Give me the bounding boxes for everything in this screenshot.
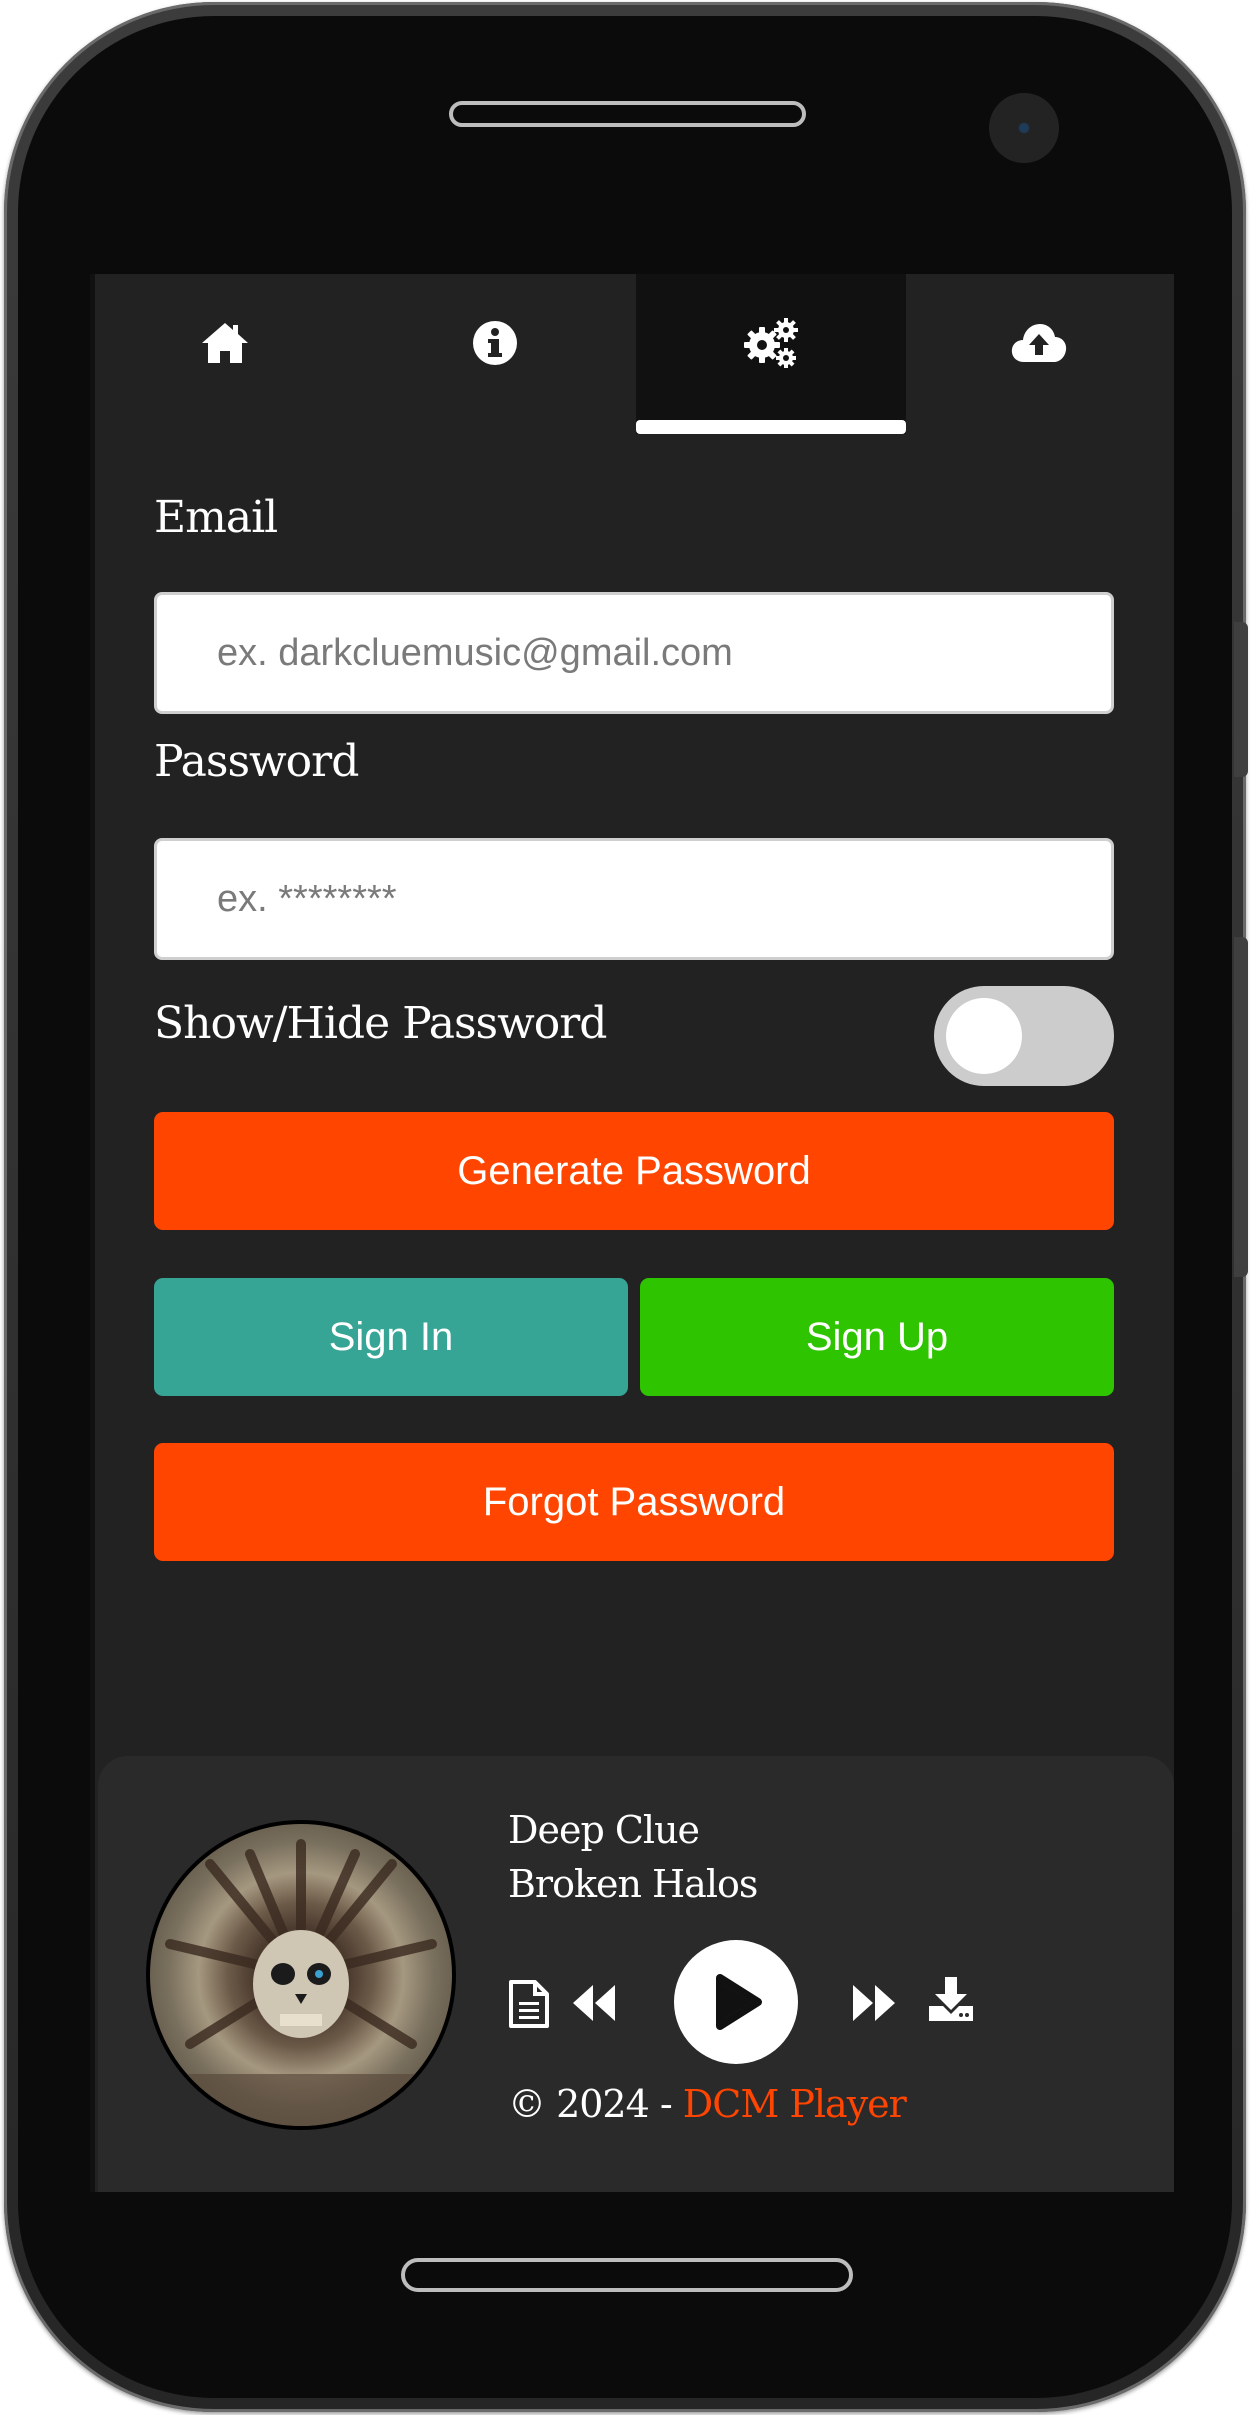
power-button bbox=[1234, 937, 1248, 1277]
show-password-toggle[interactable] bbox=[934, 986, 1114, 1086]
tab-settings[interactable] bbox=[636, 274, 906, 434]
volume-button bbox=[1234, 622, 1248, 777]
download-button[interactable] bbox=[926, 1974, 976, 2024]
earpiece-speaker bbox=[449, 101, 806, 127]
next-button[interactable] bbox=[850, 1980, 898, 2026]
toggle-knob bbox=[946, 998, 1022, 1074]
track-title: Broken Halos bbox=[508, 1862, 758, 1906]
play-button[interactable] bbox=[674, 1940, 798, 2064]
info-icon bbox=[473, 321, 517, 365]
sign-up-button[interactable]: Sign Up bbox=[640, 1278, 1114, 1396]
forgot-password-button[interactable]: Forgot Password bbox=[154, 1443, 1114, 1561]
cloud-upload-icon bbox=[1011, 324, 1067, 362]
forward-icon bbox=[853, 1985, 895, 2021]
password-label: Password bbox=[154, 736, 359, 787]
download-icon bbox=[929, 1977, 973, 2021]
app-screen: Email Password Show/Hide Password Genera… bbox=[90, 274, 1174, 2192]
dcm-player-link[interactable]: DCM Player bbox=[683, 2082, 907, 2126]
tab-upload[interactable] bbox=[904, 274, 1174, 434]
copyright-line: © 2024 - DCM Player bbox=[508, 2082, 907, 2126]
sign-in-button[interactable]: Sign In bbox=[154, 1278, 628, 1396]
skull-artwork-image bbox=[150, 1839, 452, 2126]
gears-icon bbox=[744, 318, 798, 368]
tab-info[interactable] bbox=[360, 274, 630, 434]
email-label: Email bbox=[154, 492, 278, 543]
email-field[interactable] bbox=[154, 592, 1114, 714]
phone-frame: Email Password Show/Hide Password Genera… bbox=[4, 2, 1248, 2412]
tab-bar bbox=[90, 274, 1174, 434]
document-icon bbox=[509, 1980, 549, 2028]
home-icon bbox=[202, 323, 248, 363]
generate-password-button[interactable]: Generate Password bbox=[154, 1112, 1114, 1230]
play-icon bbox=[716, 1974, 762, 2030]
backward-icon bbox=[573, 1985, 615, 2021]
copyright-text: © 2024 - bbox=[508, 2082, 683, 2126]
previous-button[interactable] bbox=[570, 1980, 618, 2026]
home-bar bbox=[401, 2258, 853, 2292]
lyrics-button[interactable] bbox=[506, 1978, 552, 2030]
album-cover bbox=[146, 1820, 456, 2130]
track-artist: Deep Clue bbox=[508, 1808, 700, 1852]
tab-home[interactable] bbox=[90, 274, 360, 434]
password-field[interactable] bbox=[154, 838, 1114, 960]
front-camera bbox=[989, 93, 1059, 163]
music-player: Deep Clue Broken Halos © 2024 - DCM Play… bbox=[98, 1756, 1174, 2192]
show-hide-password-label: Show/Hide Password bbox=[154, 998, 607, 1049]
